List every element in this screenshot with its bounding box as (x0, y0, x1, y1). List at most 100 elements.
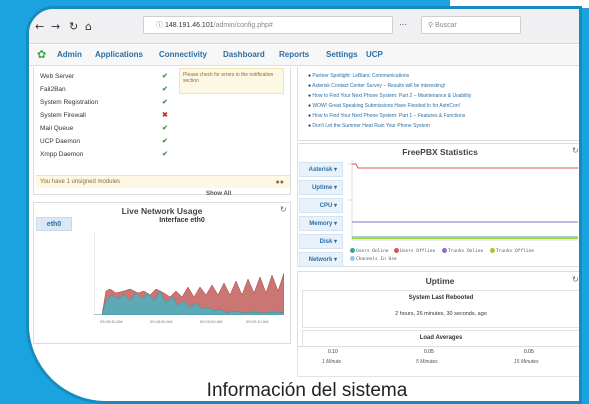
panel-title: Live Network Usage (121, 206, 203, 216)
status-ok-icon: ✔ (162, 125, 168, 132)
menu-item-admin[interactable]: Admin (57, 50, 82, 59)
service-name: Fail2Ban (40, 86, 66, 93)
tab-eth0[interactable]: eth0 (36, 217, 72, 231)
news-link[interactable]: ● How to Find Your Next Phone System: Pa… (308, 93, 471, 99)
service-name: Xmpp Daemon (40, 151, 84, 158)
legend-item: Trunks Offline (490, 248, 534, 254)
tab-disk[interactable]: Disk ▾ (299, 234, 343, 249)
freepbx-logo-icon[interactable]: ✿ (37, 48, 46, 61)
legend-swatch (350, 248, 355, 253)
show-all-link[interactable]: Show All (206, 191, 231, 197)
status-ok-icon: ✔ (162, 99, 168, 106)
news-link[interactable]: ● Don't Let the Summer Heat Ruin Your Ph… (308, 123, 430, 129)
browser-window: ← → ↻ ⌂ ⓘ 148.191.46.101/admin/config.ph… (29, 9, 579, 349)
refresh-icon[interactable]: ↻ (572, 275, 579, 284)
rebooted-value: 2 hours, 26 minutes, 30 seconds, ago (395, 311, 487, 317)
load-averages-label: Load Averages (419, 335, 463, 341)
toggle-icon[interactable]: ●● (276, 176, 284, 189)
panel-title: FreePBX Statistics (402, 147, 478, 157)
last-rebooted-box: System Last Rebooted 2 hours, 26 minutes… (302, 290, 579, 328)
legend-label: Trunks Online (448, 249, 484, 254)
tab-label: Asterisk (308, 167, 333, 173)
load-15-value: 0.05 (524, 349, 534, 355)
refresh-icon[interactable]: ↻ (280, 205, 287, 214)
users-offline-line (352, 163, 578, 169)
service-name: UCP Daemon (40, 138, 80, 145)
menu-item-reports[interactable]: Reports (279, 50, 309, 59)
search-placeholder: Buscar (435, 22, 457, 29)
axis-tick: 09:28:40 AM (100, 319, 123, 324)
system-overview-panel: Web Server ✔ Fail2Ban ✔ System Registrat… (33, 67, 291, 197)
news-text: Asterisk Contact Center Survey – Results… (312, 83, 446, 89)
caption-text: Información del sistema (206, 380, 408, 401)
menu-item-applications[interactable]: Applications (95, 50, 143, 59)
tab-label: Disk (319, 239, 333, 245)
news-text: Don't Let the Summer Heat Ruin Your Phon… (312, 123, 430, 129)
legend-label: Users Offline (400, 249, 436, 254)
news-text: Partner Spotlight: LeBlanc Communication… (312, 73, 410, 79)
news-link[interactable]: ● Asterisk Contact Center Survey – Resul… (308, 83, 445, 89)
tab-label: Memory (309, 221, 333, 227)
search-input[interactable]: ⚲ Buscar (421, 16, 521, 34)
axis-tick: 09:29:10 AM (246, 319, 269, 324)
tab-cpu[interactable]: CPU ▾ (299, 198, 343, 213)
axis-tick: 09:28:50 AM (150, 319, 173, 324)
freepbx-statistics-panel: FreePBX Statistics ↻ Asterisk ▾ Uptime ▾… (297, 143, 579, 267)
load-1-period: 1 Minute (322, 359, 342, 365)
info-icon: ⓘ (156, 22, 165, 29)
screenshot-frame: ← → ↻ ⌂ ⓘ 148.191.46.101/admin/config.ph… (26, 6, 582, 404)
tab-label: Network (308, 257, 333, 263)
status-ok-icon: ✔ (162, 73, 168, 80)
statistics-chart (348, 160, 578, 241)
legend-swatch (490, 248, 495, 253)
chart-title: Interface eth0 (159, 217, 205, 224)
news-link[interactable]: ● WOW! Great Speaking Submissions Have F… (308, 103, 460, 109)
address-bar[interactable]: ⓘ 148.191.46.101/admin/config.php# (143, 16, 393, 34)
status-ok-icon: ✔ (162, 138, 168, 145)
tab-network[interactable]: Network ▾ (299, 252, 343, 267)
legend-item: Users Offline (394, 248, 435, 254)
panel-title: Uptime (425, 276, 455, 286)
live-network-panel: Live Network Usage ↻ eth0 Interface eth0… (33, 202, 291, 344)
main-menu: ✿ Admin Applications Connectivity Dashbo… (29, 45, 579, 66)
news-link[interactable]: ● Partner Spotlight: LeBlanc Communicati… (308, 73, 409, 79)
menu-item-dashboard[interactable]: Dashboard (223, 50, 265, 59)
search-icon: ⚲ (428, 22, 434, 29)
news-text: How to Find Your Next Phone System: Part… (312, 113, 466, 119)
network-traffic-chart (94, 231, 284, 315)
menu-item-connectivity[interactable]: Connectivity (159, 50, 207, 59)
rebooted-label: System Last Rebooted (408, 295, 474, 301)
unsigned-modules-warning: You have 1 unsigned modules ●● (36, 175, 290, 188)
legend-label: Users Online (356, 249, 389, 254)
refresh-icon[interactable]: ↻ (572, 146, 579, 155)
tab-uptime[interactable]: Uptime ▾ (299, 180, 343, 195)
news-text: How to Find Your Next Phone System: Part… (312, 93, 472, 99)
legend-label: Channels In Use (356, 257, 397, 262)
url-path: /admin/config.php# (213, 22, 273, 29)
legend-swatch (442, 248, 447, 253)
status-ok-icon: ✔ (162, 151, 168, 158)
load-5-period: 5 Minutes (416, 359, 438, 365)
legend-item: Trunks Online (442, 248, 483, 254)
tab-memory[interactable]: Memory ▾ (299, 216, 343, 231)
menu-item-ucp[interactable]: UCP (366, 50, 383, 59)
page-actions-icon[interactable]: ⋯ (399, 20, 410, 29)
service-name: Web Server (40, 73, 75, 80)
home-icon[interactable]: ⌂ (85, 20, 92, 33)
tab-asterisk[interactable]: Asterisk ▾ (299, 162, 343, 177)
browser-toolbar: ← → ↻ ⌂ ⓘ 148.191.46.101/admin/config.ph… (29, 9, 579, 44)
legend-swatch (394, 248, 399, 253)
reload-icon[interactable]: ↻ (69, 20, 78, 33)
load-5-value: 0.05 (424, 349, 434, 355)
news-link[interactable]: ● How to Find Your Next Phone System: Pa… (308, 113, 465, 119)
legend-item: Channels In Use (350, 256, 397, 262)
back-arrow-icon[interactable]: ← (35, 20, 44, 33)
menu-item-settings[interactable]: Settings (326, 50, 358, 59)
legend-swatch (350, 256, 355, 261)
service-name: Mail Queue (40, 125, 74, 132)
tab-label: Uptime (311, 185, 333, 191)
news-text: WOW! Great Speaking Submissions Have Flo… (312, 103, 460, 109)
forward-arrow-icon[interactable]: → (51, 20, 60, 33)
url-host: 148.191.46.101 (164, 22, 214, 29)
legend-item: Users Online (350, 248, 389, 254)
